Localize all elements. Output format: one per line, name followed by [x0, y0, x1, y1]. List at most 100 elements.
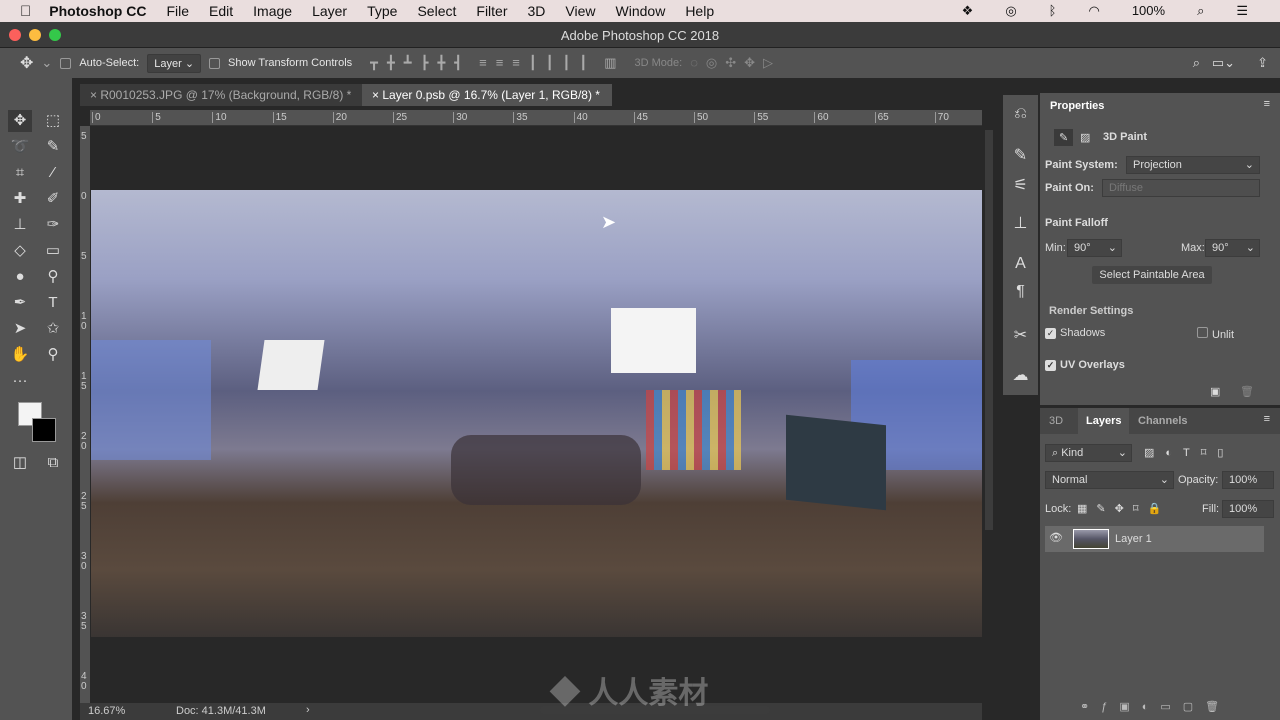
zoom-tool[interactable]: ⚲	[41, 344, 65, 366]
filter-icons[interactable]: ▨◐T⌑▯	[1144, 446, 1234, 459]
distribute-icons[interactable]: ≡≡≡┃┃┃┃	[479, 55, 596, 71]
screen-mode-icon[interactable]: ⧉	[41, 452, 65, 474]
clone-source-icon[interactable]: ⊥	[1003, 213, 1038, 233]
more-tools-icon[interactable]: ···	[8, 370, 32, 392]
share-icon[interactable]: ⇪	[1257, 55, 1268, 71]
menu-image[interactable]: Image	[253, 3, 292, 19]
brush-settings-icon[interactable]: ✎	[1003, 145, 1038, 165]
lock-icons[interactable]: ▦✎✥⌑🔒	[1077, 502, 1170, 515]
search-icon[interactable]: ⌕	[1193, 55, 1200, 71]
vertical-ruler[interactable]: 5 0 5 1 0 1 5 2 0 2 5 3 0 3 5 4 0	[80, 126, 90, 704]
dodge-tool[interactable]: ⚲	[41, 266, 65, 288]
max-field[interactable]: 90° ⌄	[1205, 239, 1260, 257]
layer-bottom-icons[interactable]: ⚭ƒ▣◐▭▢🗑	[1080, 700, 1231, 713]
blend-mode-dropdown[interactable]: Normal ⌄	[1045, 471, 1174, 489]
menu-help[interactable]: Help	[685, 3, 714, 19]
dropbox-icon[interactable]: ❖	[962, 3, 974, 19]
tab-layers[interactable]: Layers	[1078, 408, 1130, 434]
paint-on-dropdown[interactable]: Diffuse	[1102, 179, 1260, 197]
menu-window[interactable]: Window	[616, 3, 666, 19]
pen-tool[interactable]: ✒	[8, 292, 32, 314]
filter-kind-dropdown[interactable]: ⌕ Kind ⌄	[1045, 444, 1132, 462]
blur-tool[interactable]: ●	[8, 266, 32, 288]
menu-app[interactable]: Photoshop CC	[49, 3, 146, 19]
panel-menu-icon[interactable]: ≡	[1264, 98, 1270, 110]
vertical-scrollbar[interactable]	[985, 130, 993, 530]
panel-menu-icon[interactable]: ≡	[1264, 413, 1270, 425]
type-tool[interactable]: T	[41, 292, 65, 314]
healing-tool[interactable]: ✚	[8, 188, 32, 210]
tab-r0010253[interactable]: × R0010253.JPG @ 17% (Background, RGB/8)…	[80, 84, 362, 106]
image-icon[interactable]: ▨	[1080, 131, 1090, 144]
quick-mask-icon[interactable]: ◫	[8, 452, 32, 474]
fill-field[interactable]: 100%	[1222, 500, 1274, 518]
workspace-icon[interactable]: ▭⌄	[1212, 55, 1235, 71]
unlit-checkbox[interactable]: Unlit	[1197, 327, 1234, 341]
move-tool-icon[interactable]: ✥	[20, 53, 33, 73]
battery-text[interactable]: 100%	[1132, 3, 1165, 19]
eye-icon[interactable]: 👁	[1049, 531, 1063, 544]
auto-align-icon[interactable]: ▥	[604, 55, 616, 71]
menu-type[interactable]: Type	[367, 3, 397, 19]
ruler-tick-label: 2 5	[81, 491, 87, 512]
background-color[interactable]	[32, 418, 56, 442]
auto-select-checkbox[interactable]	[60, 57, 72, 69]
tab-layer0[interactable]: × Layer 0.psb @ 16.7% (Layer 1, RGB/8) *	[362, 84, 612, 106]
layer-row[interactable]: 👁 Layer 1	[1045, 526, 1264, 552]
lasso-tool[interactable]: ➰	[8, 136, 32, 158]
eraser-tool[interactable]: ◇	[8, 240, 32, 262]
history-icon[interactable]: ⎌	[1003, 105, 1038, 123]
layer-name[interactable]: Layer 1	[1115, 533, 1152, 545]
min-field[interactable]: 90° ⌄	[1067, 239, 1122, 257]
search-icon[interactable]: ⌕	[1197, 3, 1204, 19]
menu-edit[interactable]: Edit	[209, 3, 233, 19]
3d-mode-icons[interactable]: ◌◎✣✥▷	[690, 55, 781, 71]
panorama-canvas[interactable]: ➤	[91, 190, 982, 637]
crop-tool[interactable]: ⌗	[8, 162, 32, 184]
menu-filter[interactable]: Filter	[476, 3, 507, 19]
bluetooth-icon[interactable]: ᛒ	[1049, 3, 1057, 19]
paint-brush-icon[interactable]: ✎	[1054, 129, 1074, 146]
render-icon[interactable]: ▣	[1210, 385, 1220, 398]
paragraph-icon[interactable]: ¶	[1003, 283, 1038, 301]
opacity-field[interactable]: 100%	[1222, 471, 1274, 489]
libraries-icon[interactable]: ☁	[1003, 365, 1038, 385]
brush-tool[interactable]: ✐	[41, 188, 65, 210]
menu-view[interactable]: View	[565, 3, 595, 19]
wifi-icon[interactable]: ◠	[1088, 3, 1099, 19]
menu-file[interactable]: File	[166, 3, 189, 19]
show-transform-checkbox[interactable]	[209, 57, 221, 69]
paint-system-dropdown[interactable]: Projection ⌄	[1126, 156, 1260, 174]
zoom-level[interactable]: 16.67%	[88, 705, 125, 717]
menu-3d[interactable]: 3D	[528, 3, 546, 19]
marquee-tool[interactable]: ⬚	[41, 110, 65, 132]
apple-icon[interactable]: 	[20, 3, 31, 20]
uv-overlays-checkbox[interactable]: ✓ UV Overlays	[1045, 359, 1125, 371]
horizontal-ruler[interactable]: 0 5 10 15 20 25 30 35 40 45 50 55 60 65 70	[90, 110, 982, 126]
history-brush-tool[interactable]: ✑	[41, 214, 65, 236]
quick-select-tool[interactable]: ✎	[41, 136, 65, 158]
align-icons[interactable]: ┳╋┻┣╋┫	[370, 55, 471, 71]
tab-3d[interactable]: 3D	[1049, 415, 1063, 427]
list-icon[interactable]: ☰	[1236, 3, 1248, 19]
status-arrow-icon[interactable]: ›	[306, 704, 310, 716]
auto-select-dropdown[interactable]: Layer ⌄	[147, 53, 202, 73]
brush-presets-icon[interactable]: ⚟	[1003, 175, 1038, 195]
gradient-tool[interactable]: ▭	[41, 240, 65, 262]
stamp-tool[interactable]: ⊥	[8, 214, 32, 236]
eyedropper-tool[interactable]: ⁄	[41, 162, 65, 184]
chevron-down-icon[interactable]: ⌄	[41, 55, 52, 71]
hand-tool[interactable]: ✋	[8, 344, 32, 366]
menu-select[interactable]: Select	[417, 3, 456, 19]
path-select-tool[interactable]: ➤	[8, 318, 32, 340]
tools-icon[interactable]: ✂	[1003, 325, 1038, 345]
shape-tool[interactable]: ✩	[41, 318, 65, 340]
shadows-checkbox[interactable]: ✓ Shadows	[1045, 327, 1105, 339]
menu-layer[interactable]: Layer	[312, 3, 347, 19]
trash-icon[interactable]: 🗑	[1240, 385, 1254, 398]
tab-channels[interactable]: Channels	[1138, 415, 1188, 427]
character-icon[interactable]: A	[1003, 255, 1038, 273]
move-tool[interactable]: ✥	[8, 110, 32, 132]
select-paintable-area-button[interactable]: Select Paintable Area	[1092, 266, 1212, 284]
creative-cloud-icon[interactable]: ◎	[1005, 3, 1016, 19]
